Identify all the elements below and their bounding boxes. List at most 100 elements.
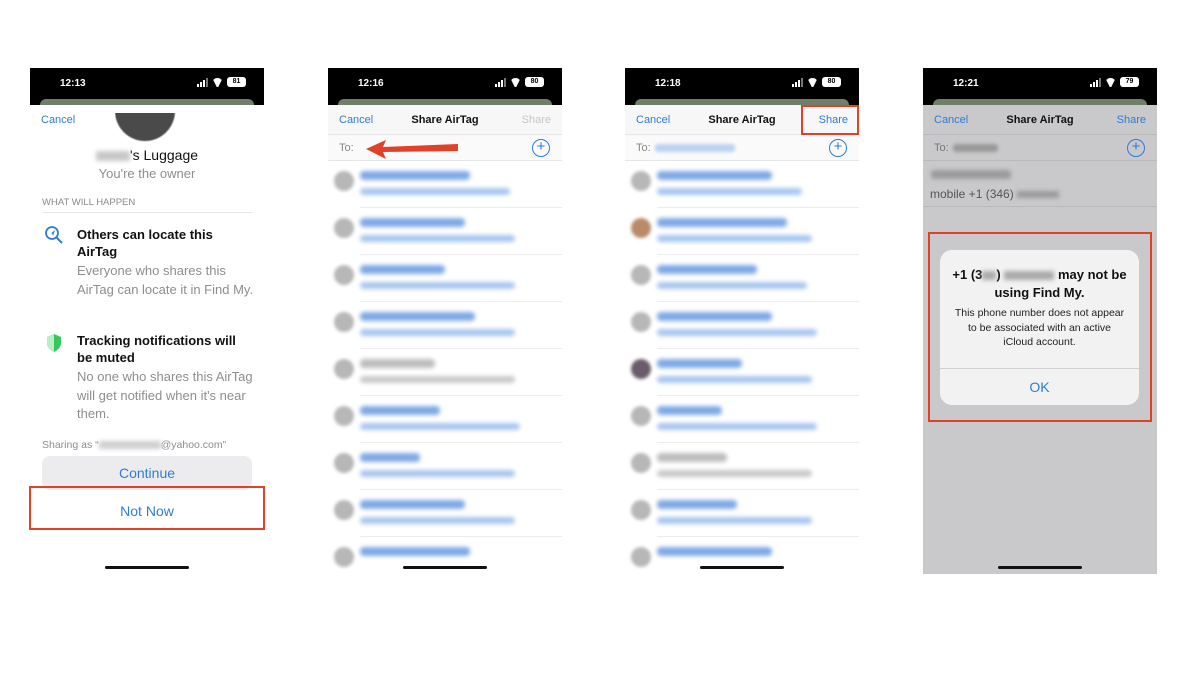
- contact-row[interactable]: [625, 396, 859, 443]
- contact-row[interactable]: [625, 302, 859, 349]
- contact-name: [360, 265, 445, 274]
- status-time: 12:16: [358, 78, 384, 89]
- battery-icon: 79: [1120, 77, 1139, 87]
- contact-detail: [360, 423, 520, 430]
- avatar: [334, 453, 354, 473]
- nav-bar: Cancel Share AirTag Share: [923, 105, 1157, 135]
- highlight-box-continue: [29, 486, 265, 530]
- contact-row[interactable]: [328, 208, 562, 255]
- contact-name: [657, 312, 772, 321]
- suggested-contact[interactable]: mobile +1 (346): [923, 161, 1157, 207]
- share-button[interactable]: Share: [1117, 114, 1146, 126]
- contact-detail: [657, 188, 802, 195]
- contact-name: [360, 218, 465, 227]
- contact-name: [657, 218, 787, 227]
- recipient-token: [953, 144, 998, 152]
- contact-row[interactable]: [625, 161, 859, 208]
- contact-row[interactable]: [328, 349, 562, 396]
- status-bar: 12:18 80: [625, 68, 859, 99]
- contact-name: [657, 359, 742, 368]
- contact-row[interactable]: [625, 349, 859, 396]
- contact-name: [657, 171, 772, 180]
- contact-detail: [657, 329, 817, 336]
- continue-button[interactable]: Continue: [42, 456, 252, 490]
- avatar: [334, 406, 354, 426]
- contact-row[interactable]: [625, 443, 859, 490]
- contact-name: [657, 265, 757, 274]
- add-contact-icon[interactable]: +: [532, 139, 550, 157]
- add-contact-icon[interactable]: +: [829, 139, 847, 157]
- contact-list: [625, 161, 859, 574]
- contact-detail: [360, 235, 515, 242]
- item2-body: No one who shares this AirTag will get n…: [77, 369, 253, 421]
- contact-name: [360, 406, 440, 415]
- contact-name: [657, 453, 727, 462]
- avatar: [631, 359, 651, 379]
- avatar: [631, 547, 651, 567]
- redacted-email: [98, 441, 161, 450]
- contact-detail: [360, 470, 515, 477]
- wifi-icon: [807, 78, 818, 87]
- avatar: [631, 218, 651, 238]
- contact-row[interactable]: [328, 161, 562, 208]
- share-sheet: Cancel Share AirTag Share To: +: [328, 105, 562, 574]
- location-search-icon: [44, 225, 64, 245]
- contact-name: [360, 547, 470, 556]
- contact-detail: [657, 282, 807, 289]
- contact-row[interactable]: [625, 208, 859, 255]
- section-header: WHAT WILL HAPPEN: [42, 197, 252, 213]
- signal-icon: [495, 77, 506, 87]
- airtag-name-suffix: 's Luggage: [129, 147, 199, 163]
- sharing-prefix: Sharing as “: [42, 439, 99, 451]
- sharing-suffix: @yahoo.com”: [160, 439, 227, 451]
- contact-detail: [657, 470, 812, 477]
- contact-name: [360, 171, 470, 180]
- battery-icon: 80: [822, 77, 841, 87]
- contact-detail: [360, 376, 515, 383]
- contact-name: [657, 547, 772, 556]
- green-shield-icon: [45, 333, 63, 353]
- battery-icon: 80: [525, 77, 544, 87]
- phone-screen-3: 12:18 80 Cancel Share AirTag Share To: +: [625, 68, 859, 574]
- contact-row[interactable]: [328, 255, 562, 302]
- contact-row[interactable]: [625, 490, 859, 537]
- highlight-box-alert: [928, 232, 1152, 422]
- contact-name: [931, 170, 1011, 179]
- avatar: [334, 265, 354, 285]
- status-bar: 12:21 79: [923, 68, 1157, 99]
- signal-icon: [792, 77, 803, 87]
- redacted-name: [95, 151, 130, 162]
- redacted-number: [1017, 191, 1060, 199]
- contact-row[interactable]: [625, 255, 859, 302]
- wifi-icon: [510, 78, 521, 87]
- avatar: [631, 265, 651, 285]
- item1-body: Everyone who shares this AirTag can loca…: [77, 263, 254, 297]
- highlight-box-share: [801, 105, 859, 135]
- avatar: [631, 171, 651, 191]
- to-field[interactable]: To: +: [923, 135, 1157, 161]
- home-indicator: [998, 566, 1082, 569]
- contact-row[interactable]: [328, 443, 562, 490]
- contact-name: [360, 359, 435, 368]
- cancel-button[interactable]: Cancel: [41, 114, 75, 126]
- contact-row[interactable]: [328, 490, 562, 537]
- share-sheet: Cancel Share AirTag Share To: +: [625, 105, 859, 574]
- contact-detail: [657, 235, 812, 242]
- avatar: [334, 312, 354, 332]
- signal-icon: [197, 77, 208, 87]
- add-contact-icon[interactable]: +: [1127, 139, 1145, 157]
- to-field[interactable]: To: +: [625, 135, 859, 161]
- share-button[interactable]: Share: [522, 114, 551, 126]
- contact-row[interactable]: [328, 302, 562, 349]
- to-label: To:: [636, 142, 651, 154]
- wifi-icon: [1105, 78, 1116, 87]
- signal-icon: [1090, 77, 1101, 87]
- contact-row[interactable]: [328, 396, 562, 443]
- battery-icon: 81: [227, 77, 246, 87]
- contact-mobile: mobile +1 (346): [930, 187, 1060, 201]
- recipient-token: [655, 144, 735, 152]
- mobile-text: mobile +1 (346): [930, 187, 1014, 201]
- contact-detail: [360, 188, 510, 195]
- contact-name: [360, 453, 420, 462]
- wifi-icon: [212, 78, 223, 87]
